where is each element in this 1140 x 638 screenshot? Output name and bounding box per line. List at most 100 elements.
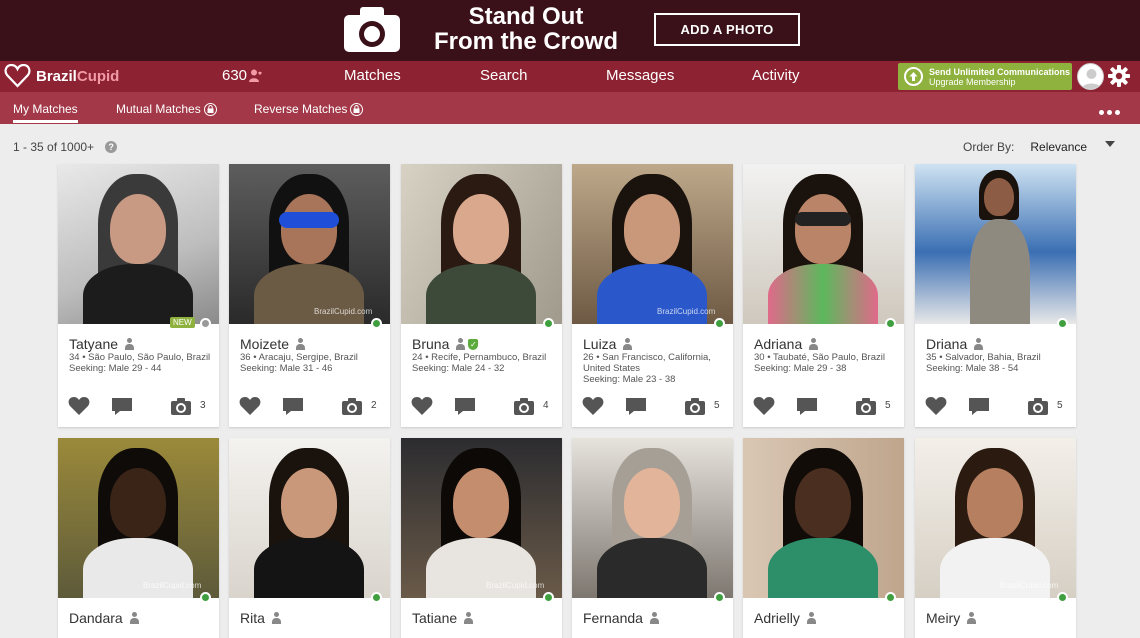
profile-photo[interactable]: BrazilCupid.com bbox=[58, 438, 219, 598]
like-heart-icon[interactable] bbox=[68, 396, 90, 416]
new-badge: NEW bbox=[170, 317, 195, 328]
person-icon bbox=[124, 338, 135, 350]
profile-name[interactable]: Meiry bbox=[926, 610, 977, 626]
main-nav: BrazilCupid 630 Matches Search Messages … bbox=[0, 61, 1140, 92]
message-icon[interactable] bbox=[282, 397, 304, 416]
gear-icon[interactable] bbox=[1108, 65, 1130, 87]
message-icon[interactable] bbox=[625, 397, 647, 416]
user-heart-icon bbox=[249, 69, 262, 82]
like-heart-icon[interactable] bbox=[925, 396, 947, 416]
profile-photo[interactable]: BrazilCupid.com bbox=[915, 438, 1076, 598]
credits-counter[interactable]: 630 bbox=[222, 67, 263, 84]
person-icon bbox=[295, 338, 306, 350]
profile-name[interactable]: Tatyane bbox=[69, 336, 135, 352]
person-icon bbox=[649, 612, 660, 624]
avatar[interactable] bbox=[1077, 63, 1104, 90]
profile-details: 36 • Aracaju, Sergipe, Brazil Seeking: Ma… bbox=[240, 352, 358, 374]
online-status-dot bbox=[714, 592, 725, 603]
add-photo-banner[interactable]: Stand Out From the Crowd ADD A PHOTO bbox=[0, 0, 1140, 61]
profile-card[interactable]: Adrielly bbox=[743, 438, 904, 638]
person-icon bbox=[622, 338, 633, 350]
tab-mutual-matches[interactable]: Mutual Matches bbox=[116, 102, 217, 116]
like-heart-icon[interactable] bbox=[753, 396, 775, 416]
profile-photo[interactable] bbox=[58, 164, 219, 324]
profile-card[interactable]: BrazilCupid.com Meiry bbox=[915, 438, 1076, 638]
profile-card[interactable]: Adriana 30 • Taubaté, São Paulo, Brazil S… bbox=[743, 164, 904, 427]
message-icon[interactable] bbox=[968, 397, 990, 416]
online-status-dot bbox=[543, 592, 554, 603]
nav-matches[interactable]: Matches bbox=[344, 67, 401, 84]
person-icon bbox=[806, 612, 817, 624]
like-heart-icon[interactable] bbox=[411, 396, 433, 416]
profile-card[interactable]: Bruna ✓ 24 • Recife, Pernambuco, Brazil Se… bbox=[401, 164, 562, 427]
profile-card[interactable]: BrazilCupid.com Tatiane bbox=[401, 438, 562, 638]
offline-status-dot bbox=[200, 318, 211, 329]
camera-icon bbox=[344, 7, 400, 52]
profile-card[interactable]: Rita bbox=[229, 438, 390, 638]
like-heart-icon[interactable] bbox=[239, 396, 261, 416]
profile-card[interactable]: BrazilCupid.com Luiza 26 • San Francisco… bbox=[572, 164, 733, 427]
verified-shield-icon: ✓ bbox=[468, 338, 479, 350]
online-status-dot bbox=[714, 318, 725, 329]
order-by-value: Relevance bbox=[1030, 140, 1088, 154]
profile-photo[interactable]: BrazilCupid.com bbox=[401, 438, 562, 598]
order-by-select[interactable]: Order By: Relevance bbox=[963, 140, 1115, 154]
profile-photo[interactable] bbox=[743, 164, 904, 324]
profile-card[interactable]: BrazilCupid.com Dandara bbox=[58, 438, 219, 638]
profile-name[interactable]: Dandara bbox=[69, 610, 140, 626]
matches-subnav: My Matches Mutual Matches Reverse Matche… bbox=[0, 92, 1140, 124]
lock-icon bbox=[350, 102, 364, 116]
person-icon bbox=[808, 338, 819, 350]
logo[interactable]: BrazilCupid bbox=[4, 64, 119, 88]
nav-activity[interactable]: Activity bbox=[752, 67, 800, 84]
profile-card[interactable]: BrazilCupid.com Moizete 36 • Aracaju, Se… bbox=[229, 164, 390, 427]
profile-name[interactable]: Driana bbox=[926, 336, 984, 352]
online-status-dot bbox=[885, 592, 896, 603]
tab-my-matches[interactable]: My Matches bbox=[13, 102, 78, 123]
camera-icon[interactable] bbox=[855, 397, 877, 416]
like-heart-icon[interactable] bbox=[582, 396, 604, 416]
profile-name[interactable]: Fernanda bbox=[583, 610, 660, 626]
profile-photo[interactable]: BrazilCupid.com bbox=[229, 164, 390, 324]
add-photo-button[interactable]: ADD A PHOTO bbox=[654, 13, 800, 46]
camera-icon[interactable] bbox=[684, 397, 706, 416]
more-options-icon[interactable] bbox=[1099, 110, 1120, 115]
photo-count: 5 bbox=[714, 400, 720, 411]
camera-icon[interactable] bbox=[170, 397, 192, 416]
upgrade-button[interactable]: Send Unlimited Communications Upgrade Me… bbox=[898, 63, 1072, 90]
profile-card[interactable]: Fernanda bbox=[572, 438, 733, 638]
camera-icon[interactable] bbox=[513, 397, 535, 416]
message-icon[interactable] bbox=[796, 397, 818, 416]
profile-photo[interactable] bbox=[229, 438, 390, 598]
profile-photo[interactable]: BrazilCupid.com bbox=[572, 164, 733, 324]
nav-search[interactable]: Search bbox=[480, 67, 528, 84]
profile-photo[interactable] bbox=[572, 438, 733, 598]
online-status-dot bbox=[543, 318, 554, 329]
profile-photo[interactable] bbox=[915, 164, 1076, 324]
profile-name[interactable]: Bruna ✓ bbox=[412, 336, 479, 352]
profile-name[interactable]: Tatiane bbox=[412, 610, 474, 626]
online-status-dot bbox=[371, 318, 382, 329]
person-icon bbox=[271, 612, 282, 624]
profile-card[interactable]: NEW Tatyane 34 • São Paulo, São Paulo, B… bbox=[58, 164, 219, 427]
message-icon[interactable] bbox=[111, 397, 133, 416]
profile-name[interactable]: Rita bbox=[240, 610, 282, 626]
profile-name[interactable]: Adriana bbox=[754, 336, 819, 352]
photo-count: 5 bbox=[1057, 400, 1063, 411]
help-icon[interactable]: ? bbox=[105, 141, 118, 153]
profile-name[interactable]: Adrielly bbox=[754, 610, 817, 626]
photo-count: 2 bbox=[371, 400, 377, 411]
profile-details: 30 • Taubaté, São Paulo, Brazil Seeking: … bbox=[754, 352, 885, 374]
camera-icon[interactable] bbox=[341, 397, 363, 416]
profile-photo[interactable] bbox=[743, 438, 904, 598]
message-icon[interactable] bbox=[454, 397, 476, 416]
profile-name[interactable]: Moizete bbox=[240, 336, 306, 352]
photo-count: 5 bbox=[885, 400, 891, 411]
nav-messages[interactable]: Messages bbox=[606, 67, 674, 84]
camera-icon[interactable] bbox=[1027, 397, 1049, 416]
person-icon bbox=[973, 338, 984, 350]
profile-name[interactable]: Luiza bbox=[583, 336, 633, 352]
profile-card[interactable]: Driana 35 • Salvador, Bahia, Brazil Seeki… bbox=[915, 164, 1076, 427]
tab-reverse-matches[interactable]: Reverse Matches bbox=[254, 102, 364, 116]
profile-photo[interactable] bbox=[401, 164, 562, 324]
